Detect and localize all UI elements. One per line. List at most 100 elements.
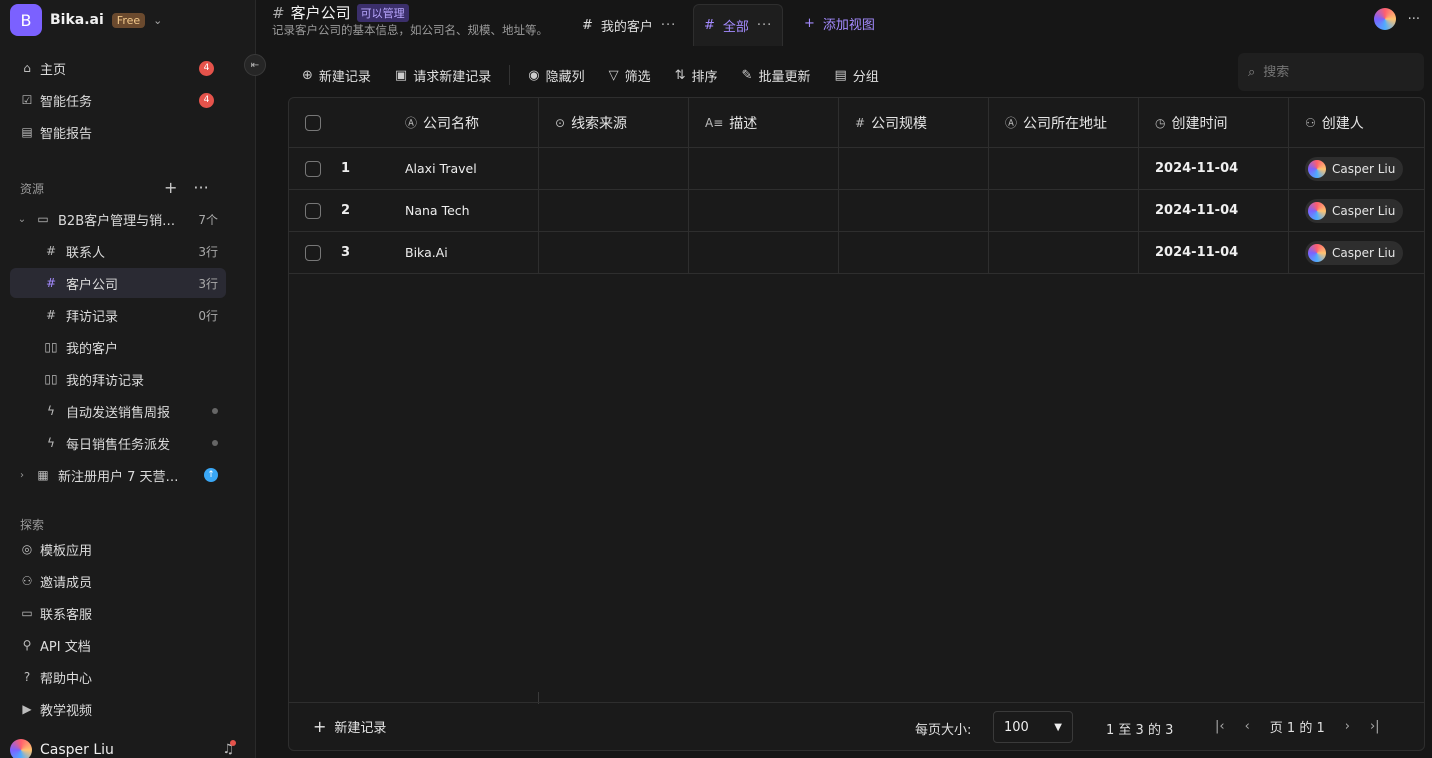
column-header-company-address[interactable]: Ⓐ 公司所在地址 xyxy=(989,98,1139,147)
nav-invite[interactable]: ⚇ 邀请成员 xyxy=(10,566,226,596)
nav-tutorials[interactable]: ▶ 教学视频 xyxy=(10,694,226,724)
cell-company-name[interactable]: Bika.Ai xyxy=(389,232,539,273)
tree-item-daily-tasks[interactable]: ϟ 每日销售任务派发 xyxy=(10,428,226,458)
row-checkbox[interactable] xyxy=(305,202,321,219)
first-page-icon[interactable]: |‹ xyxy=(1215,719,1225,734)
more-icon[interactable]: ··· xyxy=(661,18,676,33)
cell-creator[interactable]: Casper Liu xyxy=(1289,190,1424,231)
next-page-icon[interactable]: › xyxy=(1345,719,1350,734)
select-field-icon: ⊙ xyxy=(555,115,566,130)
hide-columns-button[interactable]: ◉ 隐藏列 xyxy=(516,60,596,90)
cell-company-address[interactable] xyxy=(989,190,1139,231)
cell-description[interactable] xyxy=(689,148,839,189)
nav-label: 主页 xyxy=(40,62,67,78)
table-row[interactable]: 3 Bika.Ai 2024-11-04 Casper Liu xyxy=(289,232,1424,274)
nav-support[interactable]: ▭ 联系客服 xyxy=(10,598,226,628)
column-header-lead-source[interactable]: ⊙ 线索来源 xyxy=(539,98,689,147)
cell-company-size[interactable] xyxy=(839,232,989,273)
cell-lead-source[interactable] xyxy=(539,148,689,189)
footer-new-record-button[interactable]: + 新建记录 xyxy=(313,717,386,736)
last-page-icon[interactable]: ›| xyxy=(1370,719,1380,734)
add-view-button[interactable]: + 添加视图 xyxy=(804,14,875,33)
cell-creator[interactable]: Casper Liu xyxy=(1289,232,1424,273)
chevron-right-icon[interactable]: › xyxy=(10,470,34,481)
row-checkbox[interactable] xyxy=(305,244,321,261)
filter-button[interactable]: ▽ 筛选 xyxy=(597,60,663,90)
add-icon[interactable]: + xyxy=(164,178,177,197)
cell-company-address[interactable] xyxy=(989,148,1139,189)
button-label: 批量更新 xyxy=(758,69,811,85)
cell-lead-source[interactable] xyxy=(539,190,689,231)
more-icon[interactable]: ··· xyxy=(193,178,208,197)
cell-company-name[interactable]: Nana Tech xyxy=(389,190,539,231)
creator-chip: Casper Liu xyxy=(1305,240,1404,265)
tree-folder-b2b[interactable]: ⌄ ▭ B2B客户管理与销… 7个 xyxy=(10,204,226,234)
page-size-select[interactable]: 100 ▼ xyxy=(993,711,1073,743)
app-root: B Bika.ai Free ⌄ ⌂ 主页 4 ☑ 智能任务 4 ▤ 智能报告 … xyxy=(0,0,1432,758)
prev-page-icon[interactable]: ‹ xyxy=(1245,719,1250,734)
folder-icon: ▭ xyxy=(37,212,49,226)
tree-item-label: 自动发送销售周报 xyxy=(66,405,171,421)
cell-created-time[interactable]: 2024-11-04 xyxy=(1139,190,1289,231)
table-row[interactable]: 1 Alaxi Travel 2024-11-04 Casper Liu xyxy=(289,148,1424,190)
tree-item-visits[interactable]: # 拜访记录 0行 xyxy=(10,300,226,330)
cell-description[interactable] xyxy=(689,232,839,273)
cell-company-name[interactable]: Alaxi Travel xyxy=(389,148,539,189)
cell-creator[interactable]: Casper Liu xyxy=(1289,148,1424,189)
page-size-value: 100 xyxy=(1004,719,1029,735)
more-icon[interactable]: ··· xyxy=(1408,12,1420,27)
nav-home[interactable]: ⌂ 主页 4 xyxy=(10,53,226,83)
tree-item-contacts[interactable]: # 联系人 3行 xyxy=(10,236,226,266)
plus-icon: + xyxy=(313,717,327,736)
cell-description[interactable] xyxy=(689,190,839,231)
nav-smart-reports[interactable]: ▤ 智能报告 xyxy=(10,117,226,147)
tree-item-companies[interactable]: # 客户公司 3行 xyxy=(10,268,226,298)
number-field-icon: # xyxy=(855,115,866,130)
caret-down-icon: ▼ xyxy=(1054,721,1062,733)
column-header-description[interactable]: A≡ 描述 xyxy=(689,98,839,147)
table-row[interactable]: 2 Nana Tech 2024-11-04 Casper Liu xyxy=(289,190,1424,232)
cell-company-address[interactable] xyxy=(989,232,1139,273)
column-label: 公司名称 xyxy=(423,115,480,132)
creator-name: Casper Liu xyxy=(1332,245,1396,260)
column-header-creator[interactable]: ⚇ 创建人 xyxy=(1289,98,1424,147)
new-record-button[interactable]: ⊕ 新建记录 xyxy=(290,60,383,90)
pagination: |‹ ‹ 页 1 的 1 › ›| xyxy=(1215,717,1380,736)
tree-item-label: 我的拜访记录 xyxy=(66,373,145,389)
cell-lead-source[interactable] xyxy=(539,232,689,273)
cell-company-size[interactable] xyxy=(839,190,989,231)
tree-item-my-visits[interactable]: ▯▯ 我的拜访记录 xyxy=(10,364,226,394)
tab-my-customers[interactable]: # 我的客户 ··· xyxy=(572,6,686,44)
search-input[interactable] xyxy=(1263,64,1404,80)
sort-button[interactable]: ⇅ 排序 xyxy=(663,60,730,90)
workspace-switcher[interactable]: B Bika.ai Free ⌄ xyxy=(10,4,162,36)
chevron-down-icon[interactable]: ⌄ xyxy=(10,214,34,225)
nav-help[interactable]: ? 帮助中心 xyxy=(10,662,226,692)
cell-created-time[interactable]: 2024-11-04 xyxy=(1139,148,1289,189)
column-header-company-name[interactable]: Ⓐ 公司名称 xyxy=(389,98,539,147)
column-header-company-size[interactable]: # 公司规模 xyxy=(839,98,989,147)
row-checkbox[interactable] xyxy=(305,160,321,177)
bulk-update-button[interactable]: ✎ 批量更新 xyxy=(730,60,823,90)
tab-all[interactable]: # 全部 ··· xyxy=(693,4,784,46)
cell-created-time[interactable]: 2024-11-04 xyxy=(1139,232,1289,273)
request-new-record-button[interactable]: ▣ 请求新建记录 xyxy=(383,60,503,90)
collapse-sidebar-icon[interactable]: ⇤ xyxy=(244,54,266,76)
search-box[interactable]: ⌕ xyxy=(1238,53,1424,91)
group-button[interactable]: ▤ 分组 xyxy=(822,60,890,90)
tree-item-my-customers[interactable]: ▯▯ 我的客户 xyxy=(10,332,226,362)
nav-templates[interactable]: ◎ 模板应用 xyxy=(10,534,226,564)
select-all-checkbox[interactable] xyxy=(305,114,321,131)
user-profile[interactable]: Casper Liu ♫ xyxy=(10,738,246,758)
more-icon[interactable]: ··· xyxy=(757,18,772,33)
nav-smart-tasks[interactable]: ☑ 智能任务 4 xyxy=(10,85,226,115)
avatar[interactable] xyxy=(1373,8,1396,30)
clipboard-icon: ▣ xyxy=(394,67,408,83)
cell-company-size[interactable] xyxy=(839,148,989,189)
tree-item-weekly-report[interactable]: ϟ 自动发送销售周报 xyxy=(10,396,226,426)
page-indicator: 页 1 的 1 xyxy=(1269,721,1325,736)
tree-folder-new-users[interactable]: › ▦ 新注册用户 7 天营… ↑ xyxy=(10,460,226,490)
column-header-created-time[interactable]: ◷ 创建时间 xyxy=(1139,98,1289,147)
button-label: 排序 xyxy=(691,69,718,85)
nav-api-docs[interactable]: ⚲ API 文档 xyxy=(10,630,226,660)
